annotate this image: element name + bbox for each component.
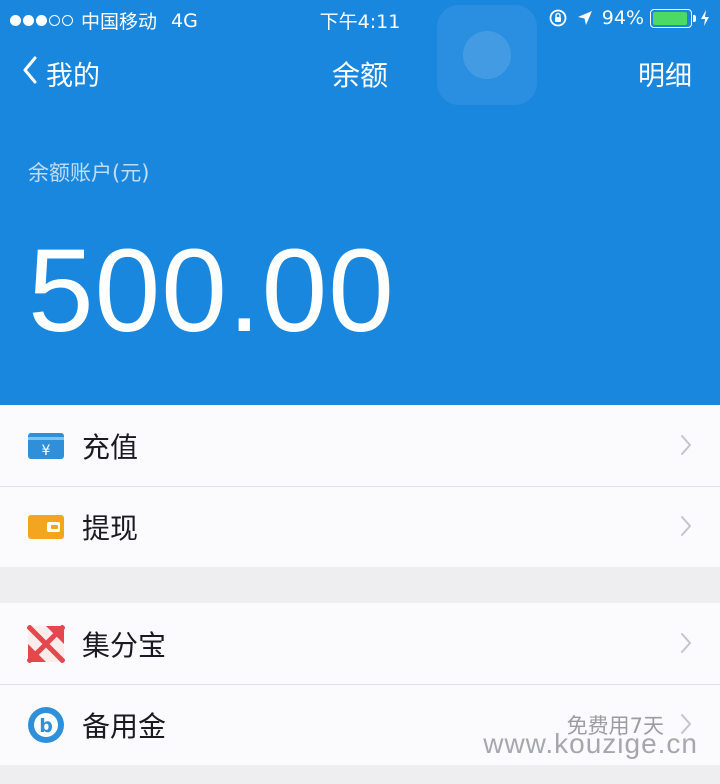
chevron-left-icon bbox=[22, 56, 46, 91]
status-right: 94% bbox=[540, 7, 710, 29]
chevron-right-icon bbox=[680, 515, 692, 541]
withdraw-row[interactable]: 提现 bbox=[0, 486, 720, 567]
svg-text:¥: ¥ bbox=[42, 443, 51, 459]
balance-amount: 500.00 bbox=[28, 225, 395, 357]
jifenbao-row[interactable]: 集分宝 bbox=[0, 603, 720, 684]
withdraw-wallet-icon bbox=[26, 507, 66, 547]
page-title: 余额 bbox=[331, 59, 388, 92]
status-bar: 中国移动 4G 下午4:11 94% bbox=[0, 0, 720, 38]
chevron-right-icon bbox=[680, 632, 692, 658]
recharge-row[interactable]: ¥ 充值 bbox=[0, 405, 720, 486]
back-label: 我的 bbox=[46, 61, 100, 92]
beiyongjin-label: 备用金 bbox=[82, 709, 167, 743]
battery-percentage: 94% bbox=[601, 7, 644, 29]
detail-button[interactable]: 明细 bbox=[638, 54, 692, 93]
balance-account-label: 余额账户(元) bbox=[28, 161, 150, 185]
chevron-right-icon bbox=[680, 434, 692, 460]
battery-icon bbox=[650, 8, 696, 28]
jifenbao-icon bbox=[26, 624, 66, 664]
charging-bolt-icon bbox=[700, 9, 710, 27]
jifenbao-label: 集分宝 bbox=[82, 628, 167, 662]
watermark: www.kouzige.cn bbox=[483, 728, 698, 759]
funds-group: ¥ 充值 提现 bbox=[0, 405, 720, 567]
navigation-bar: 我的 余额 明细 bbox=[0, 40, 720, 110]
back-button[interactable]: 我的 bbox=[22, 54, 100, 93]
recharge-label: 充值 bbox=[82, 430, 139, 464]
location-arrow-icon bbox=[576, 9, 594, 27]
withdraw-label: 提现 bbox=[82, 511, 139, 545]
svg-text:b: b bbox=[39, 715, 53, 737]
rotation-lock-icon bbox=[548, 8, 568, 28]
beiyongjin-b-icon: b bbox=[26, 705, 66, 745]
recharge-yuan-card-icon: ¥ bbox=[26, 426, 66, 466]
balance-header: 中国移动 4G 下午4:11 94% 我的 余额 明细 余额账户(元) 500.… bbox=[0, 0, 720, 405]
